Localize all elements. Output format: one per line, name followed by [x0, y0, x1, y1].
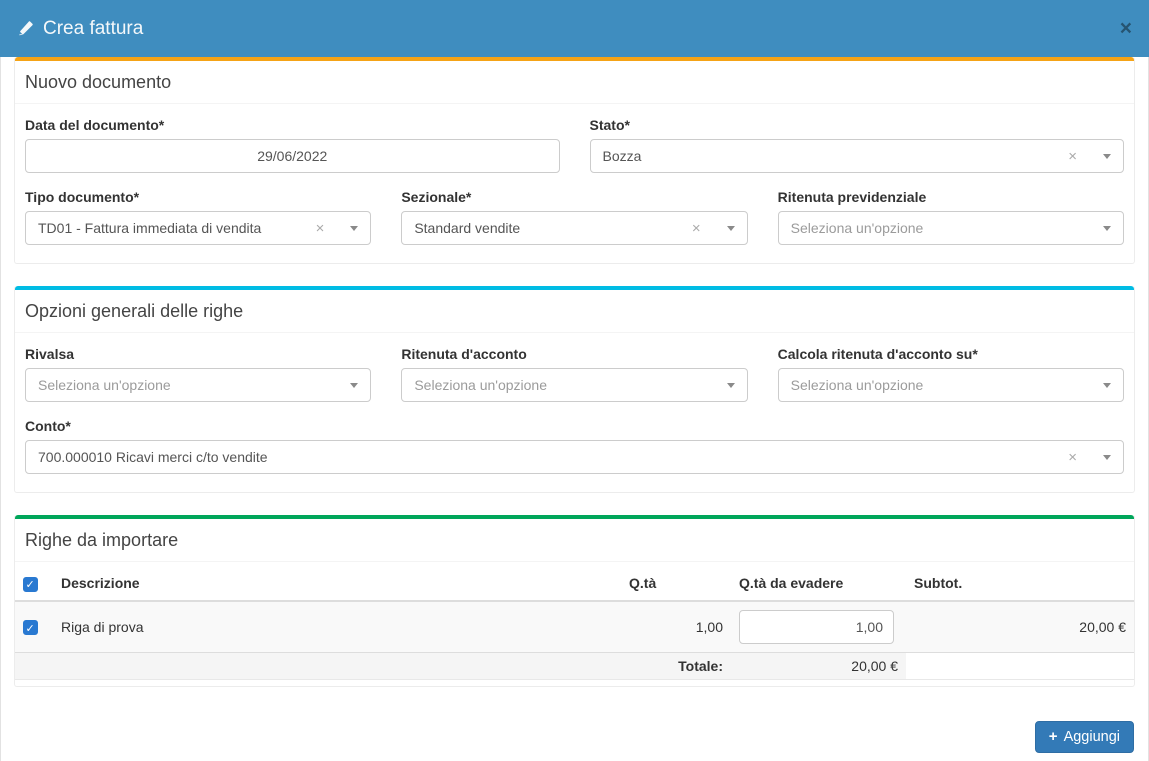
section-title: Nuovo documento — [15, 61, 1134, 104]
tipo-documento-select[interactable]: TD01 - Fattura immediata di vendita × — [25, 211, 371, 245]
footer-actions: + Aggiungi — [0, 709, 1149, 753]
col-header-qta: Q.tà — [621, 567, 731, 601]
clear-icon[interactable]: × — [1068, 149, 1077, 164]
caret-down-icon — [350, 226, 358, 231]
sezionale-value: Standard vendite — [414, 220, 692, 236]
label-rivalsa: Rivalsa — [25, 346, 371, 362]
ritenuta-previdenziale-placeholder: Seleziona un'opzione — [791, 220, 1103, 236]
col-header-descrizione: Descrizione — [53, 567, 621, 601]
caret-down-icon — [1103, 226, 1111, 231]
clear-icon[interactable]: × — [1068, 450, 1077, 465]
totale-label: Totale: — [15, 652, 731, 679]
label-data-del-documento: Data del documento* — [25, 117, 560, 133]
data-del-documento-input[interactable] — [25, 139, 560, 173]
label-ritenuta-previdenziale: Ritenuta previdenziale — [778, 189, 1124, 205]
select-all-checkbox[interactable] — [23, 577, 38, 592]
label-calcola-ritenuta-acconto-su: Calcola ritenuta d'acconto su* — [778, 346, 1124, 362]
close-icon[interactable]: × — [1120, 18, 1132, 39]
tipo-documento-value: TD01 - Fattura immediata di vendita — [38, 220, 316, 236]
conto-value: 700.000010 Ricavi merci c/to vendite — [38, 449, 1068, 465]
section-title: Righe da importare — [15, 519, 1134, 562]
section-nuovo-documento: Nuovo documento Data del documento* Stat… — [14, 57, 1135, 264]
row-subtot: 20,00 € — [906, 601, 1134, 653]
clear-icon[interactable]: × — [316, 221, 325, 236]
label-conto: Conto* — [25, 418, 1124, 434]
qta-da-evadere-input[interactable] — [739, 610, 894, 644]
pencil-icon — [17, 20, 34, 37]
caret-down-icon — [350, 383, 358, 388]
calcola-ritenuta-placeholder: Seleziona un'opzione — [791, 377, 1103, 393]
table-header-row: Descrizione Q.tà Q.tà da evadere Subtot. — [15, 567, 1134, 601]
row-qta: 1,00 — [621, 601, 731, 653]
add-button[interactable]: + Aggiungi — [1035, 721, 1134, 753]
modal-title: Crea fattura — [17, 18, 143, 40]
plus-icon: + — [1049, 729, 1058, 744]
ritenuta-acconto-placeholder: Seleziona un'opzione — [414, 377, 726, 393]
totale-value: 20,00 € — [731, 652, 906, 679]
stato-select[interactable]: Bozza × — [590, 139, 1125, 173]
ritenuta-previdenziale-select[interactable]: Seleziona un'opzione — [778, 211, 1124, 245]
stato-value: Bozza — [603, 148, 1069, 164]
caret-down-icon — [1103, 154, 1111, 159]
table-row: Riga di prova 1,00 20,00 € — [15, 601, 1134, 653]
modal-header: Crea fattura × — [0, 0, 1149, 57]
caret-down-icon — [727, 383, 735, 388]
ritenuta-acconto-select[interactable]: Seleziona un'opzione — [401, 368, 747, 402]
col-header-subtot: Subtot. — [906, 567, 1134, 601]
table-footer-row: Totale: 20,00 € — [15, 652, 1134, 679]
righe-table: Descrizione Q.tà Q.tà da evadere Subtot.… — [15, 567, 1134, 680]
rivalsa-select[interactable]: Seleziona un'opzione — [25, 368, 371, 402]
label-sezionale: Sezionale* — [401, 189, 747, 205]
label-tipo-documento: Tipo documento* — [25, 189, 371, 205]
col-header-qta-da-evadere: Q.tà da evadere — [731, 567, 906, 601]
conto-select[interactable]: 700.000010 Ricavi merci c/to vendite × — [25, 440, 1124, 474]
totale-empty-cell — [906, 652, 1134, 679]
section-righe-da-importare: Righe da importare Descrizione Q.tà Q.tà… — [14, 515, 1135, 687]
caret-down-icon — [1103, 455, 1111, 460]
label-stato: Stato* — [590, 117, 1125, 133]
clear-icon[interactable]: × — [692, 221, 701, 236]
calcola-ritenuta-acconto-su-select[interactable]: Seleziona un'opzione — [778, 368, 1124, 402]
row-checkbox[interactable] — [23, 620, 38, 635]
rivalsa-placeholder: Seleziona un'opzione — [38, 377, 350, 393]
sezionale-select[interactable]: Standard vendite × — [401, 211, 747, 245]
row-descrizione: Riga di prova — [53, 601, 621, 653]
section-opzioni-generali: Opzioni generali delle righe Rivalsa Sel… — [14, 286, 1135, 493]
section-title: Opzioni generali delle righe — [15, 290, 1134, 333]
caret-down-icon — [727, 226, 735, 231]
label-ritenuta-acconto: Ritenuta d'acconto — [401, 346, 747, 362]
add-button-label: Aggiungi — [1064, 729, 1120, 745]
caret-down-icon — [1103, 383, 1111, 388]
modal-title-text: Crea fattura — [43, 18, 143, 40]
